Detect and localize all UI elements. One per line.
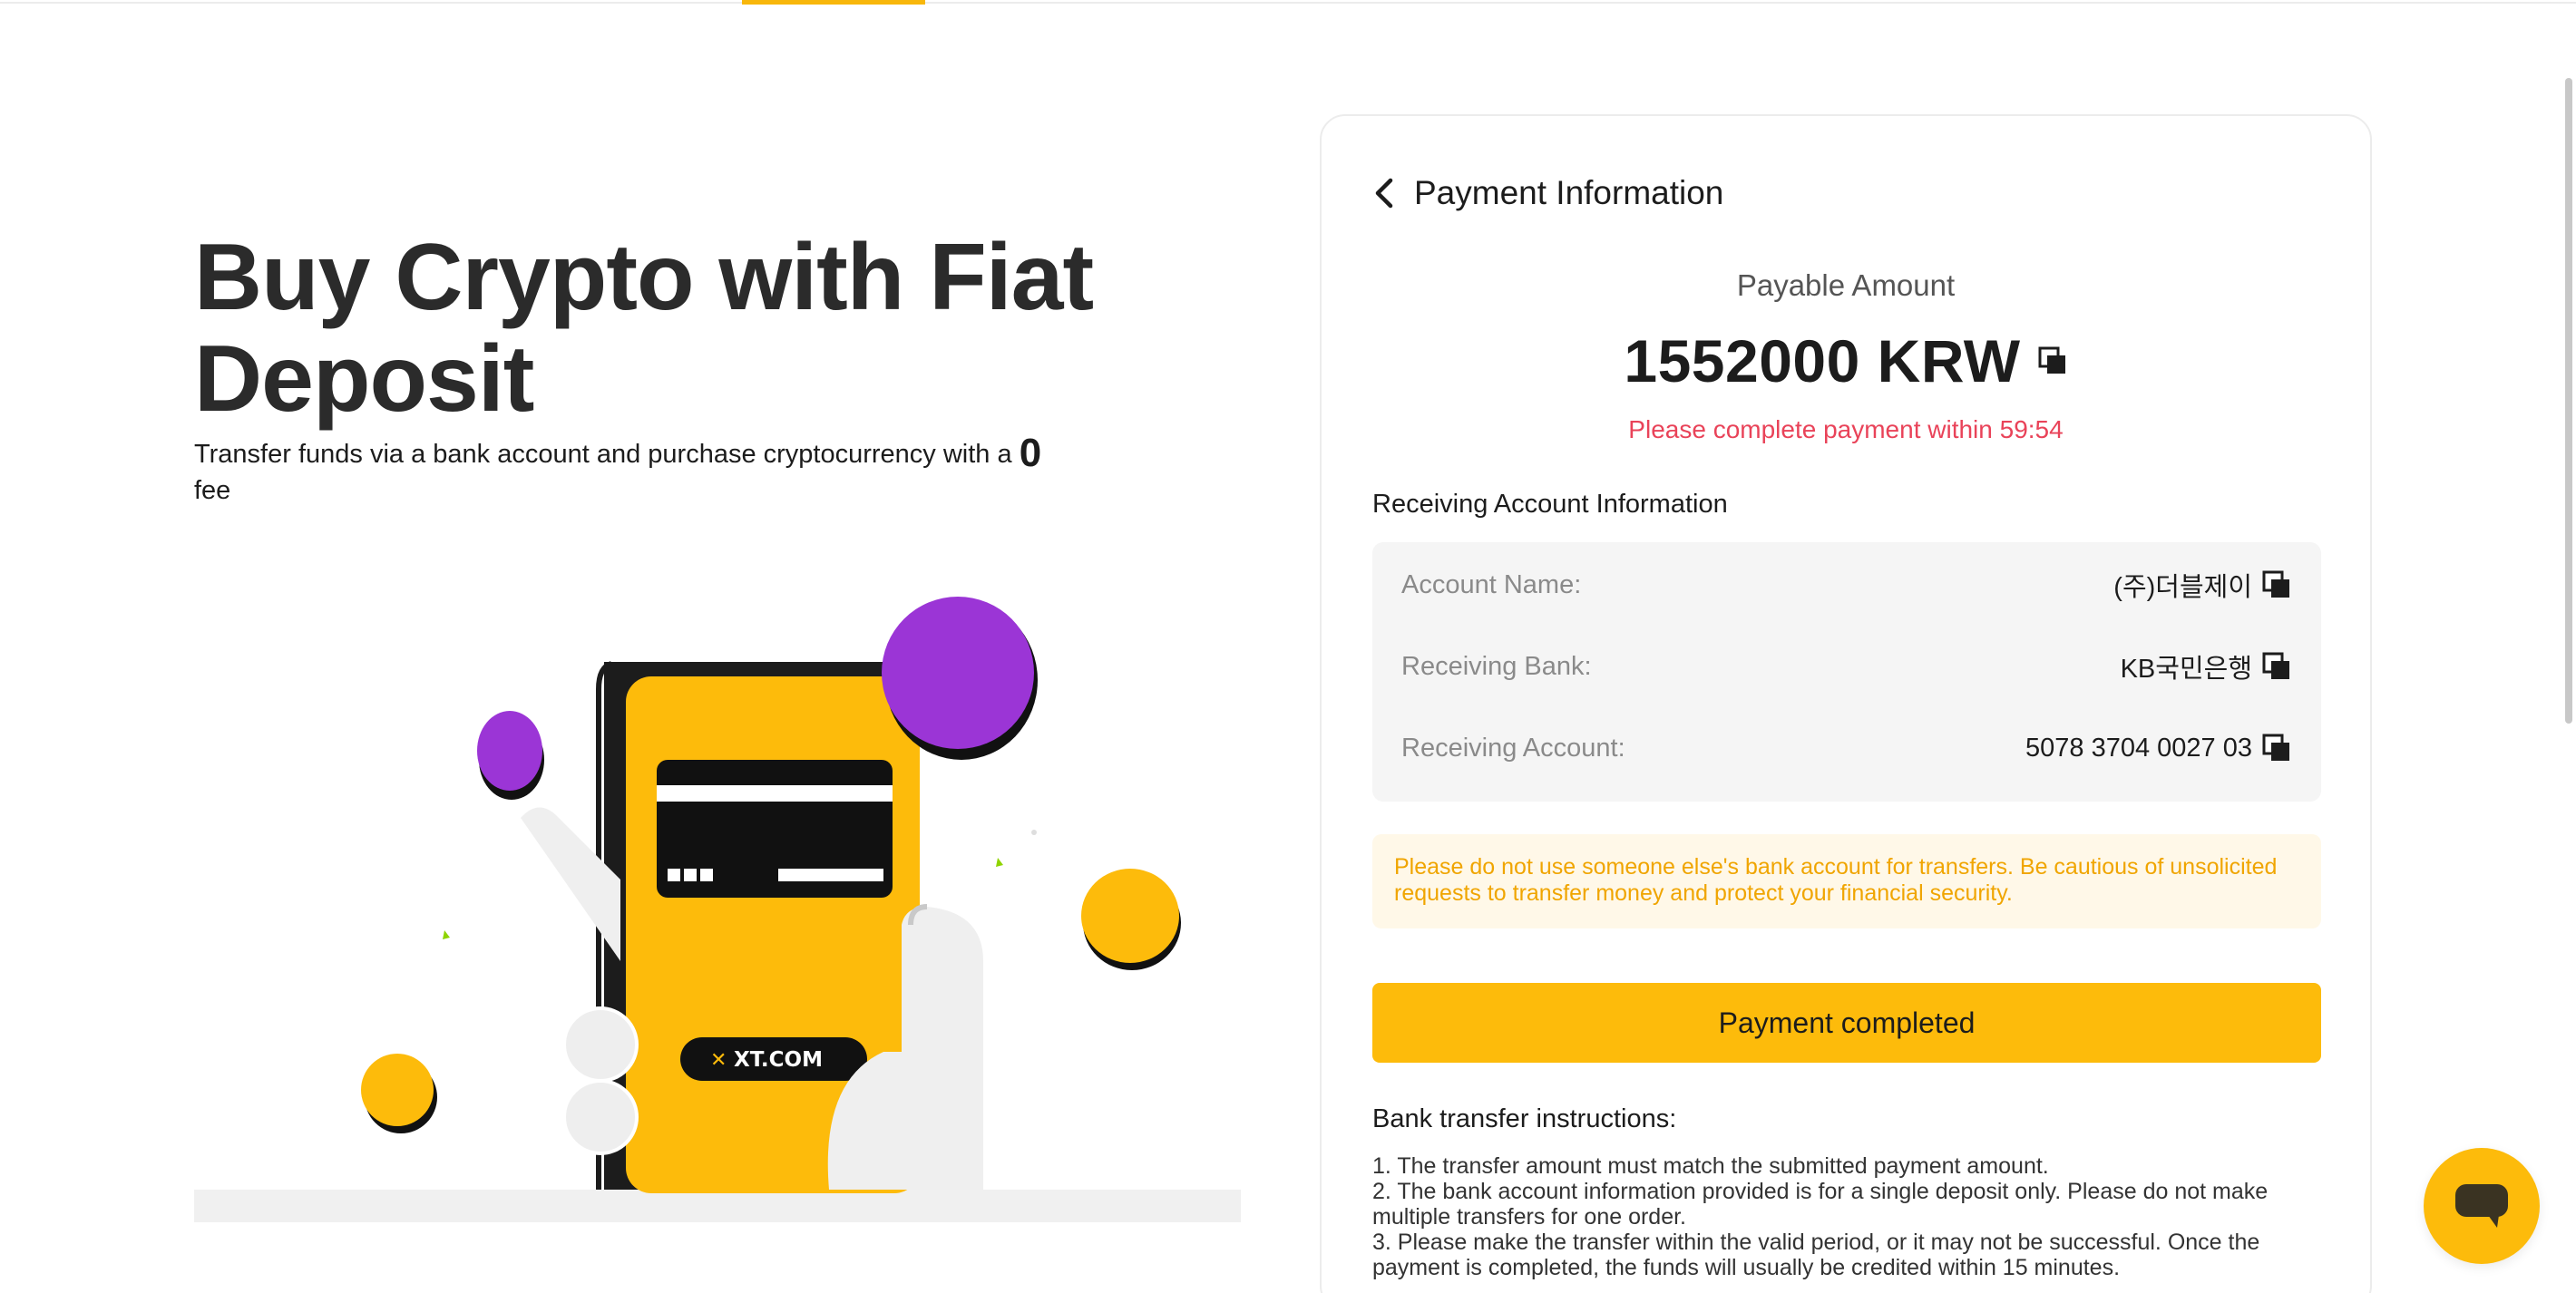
hero-subtitle-zero: 0 xyxy=(1019,431,1042,475)
page-scrollbar[interactable] xyxy=(2561,0,2576,1293)
finger-2 xyxy=(562,1079,639,1155)
chat-bubble-icon[interactable] xyxy=(2452,1181,2512,1231)
sparkle-3 xyxy=(1031,830,1037,835)
receiving-account-label: Receiving Account: xyxy=(1401,733,1625,763)
svg-text:✕: ✕ xyxy=(710,1049,727,1072)
instructions-title: Bank transfer instructions: xyxy=(1372,1104,1677,1133)
receiving-bank-value: KB국민은행 xyxy=(2120,655,2252,684)
sparkle-1 xyxy=(443,930,450,939)
account-name-value: (주)더블제이 xyxy=(2113,573,2252,602)
security-warning: Please do not use someone else's bank ac… xyxy=(1372,834,2321,928)
payment-completed-button[interactable]: Payment completed xyxy=(1372,983,2321,1063)
account-name-label: Account Name: xyxy=(1401,569,1582,599)
payment-card: Payment Information Payable Amount 15520… xyxy=(1320,114,2372,1293)
coin-purple-large xyxy=(882,597,1034,749)
copy-icon[interactable] xyxy=(2261,651,2292,682)
receiving-account-value-wrap: 5078 3704 0027 03 xyxy=(2025,733,2292,763)
page: Buy Crypto with Fiat Deposit Transfer fu… xyxy=(0,0,2576,1293)
instruction-item: 2. The bank account information provided… xyxy=(1372,1179,2269,1230)
hero-subtitle-suffix: fee xyxy=(194,476,231,505)
receiving-bank-row: Receiving Bank: KB국민은행 xyxy=(1401,644,2292,689)
illustration-ground xyxy=(194,1190,1241,1222)
chevron-left-icon[interactable] xyxy=(1372,177,1398,209)
brand-logo: ✕ XT.COM xyxy=(680,1037,867,1081)
card-title: Payment Information xyxy=(1414,174,1724,211)
receiving-account-label: Receiving Account Information xyxy=(1372,490,1728,519)
receiving-bank-value-wrap: KB국민은행 xyxy=(2121,647,2292,685)
receiving-bank-label: Receiving Bank: xyxy=(1401,651,1592,681)
coin-purple-small xyxy=(477,711,542,791)
hero-title: Buy Crypto with Fiat Deposit xyxy=(194,225,1094,432)
credit-card-icon xyxy=(657,760,893,898)
hero-subtitle-prefix: Transfer funds via a bank account and pu… xyxy=(194,440,1012,469)
instruction-item: 3. Please make the transfer within the v… xyxy=(1372,1230,2260,1280)
instruction-item: 1. The transfer amount must match the su… xyxy=(1372,1153,2049,1179)
copy-icon[interactable] xyxy=(2261,733,2292,763)
account-info-box: Account Name: (주)더블제이 Receiving Bank: KB… xyxy=(1372,542,2321,802)
payable-amount-label: Payable Amount xyxy=(1736,268,1956,302)
coin-yellow-right xyxy=(1081,869,1179,963)
coin-yellow-left xyxy=(361,1054,434,1126)
chat-button[interactable] xyxy=(2424,1148,2540,1264)
finger-1 xyxy=(562,1006,639,1083)
brand-logo-text: XT.COM xyxy=(734,1048,823,1072)
hero-subtitle: Transfer funds via a bank account and pu… xyxy=(194,433,1065,509)
instructions-list: 1. The transfer amount must match the su… xyxy=(1372,1153,2321,1280)
scrollbar-thumb[interactable] xyxy=(2565,78,2572,724)
account-name-row: Account Name: (주)더블제이 xyxy=(1401,562,2292,608)
active-tab-indicator xyxy=(742,0,925,5)
top-nav-border xyxy=(0,0,2576,4)
payment-countdown: Please complete payment within 59:54 xyxy=(1628,415,2064,443)
copy-icon[interactable] xyxy=(2261,569,2292,600)
account-name-value-wrap: (주)더블제이 xyxy=(2113,566,2292,604)
hero-illustration: ✕ XT.COM xyxy=(194,597,1241,1222)
amount-row: 1552000 KRW xyxy=(1322,326,2370,395)
copy-icon[interactable] xyxy=(2037,345,2068,376)
receiving-account-value: 5078 3704 0027 03 xyxy=(2025,733,2252,763)
back-to-previous[interactable]: Payment Information xyxy=(1372,174,1723,212)
receiving-account-row: Receiving Account: 5078 3704 0027 03 xyxy=(1401,725,2292,771)
sparkle-2 xyxy=(996,858,1003,867)
payable-amount: 1552000 KRW xyxy=(1624,327,2021,394)
